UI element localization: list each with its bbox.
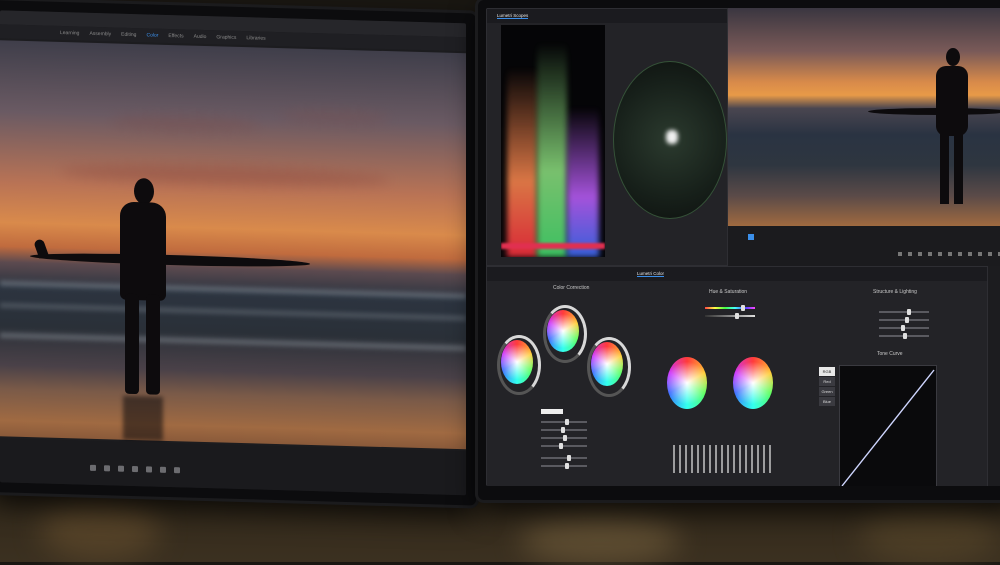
cloud [280, 110, 390, 126]
person-leg-left [940, 134, 949, 204]
person-leg-left [125, 293, 139, 395]
color-panel-tabs: Lumetri Color [487, 267, 987, 281]
person-head [946, 48, 960, 66]
shadows-color-wheel[interactable] [501, 340, 533, 384]
hue-wheel-left[interactable] [667, 357, 707, 409]
tone-curve-graph[interactable] [839, 365, 937, 486]
person-head [134, 178, 154, 205]
tone-curve-title: Tone Curve [877, 351, 903, 357]
vibrance-slider[interactable] [705, 313, 755, 319]
play-icon[interactable] [104, 465, 110, 472]
export-frame-icon[interactable] [174, 467, 180, 474]
slider[interactable] [541, 443, 587, 449]
slider[interactable] [879, 317, 929, 323]
step-back-icon[interactable] [90, 464, 96, 471]
left-monitor: Learning Assembly Editing Color Effects … [0, 0, 476, 506]
slider[interactable] [541, 427, 587, 433]
surfboard [868, 108, 1000, 115]
wave [0, 332, 466, 352]
channel-green[interactable]: Green [819, 387, 835, 396]
tab-learning[interactable]: Learning [60, 30, 79, 37]
insert-icon[interactable] [146, 466, 152, 473]
slider[interactable] [879, 325, 929, 331]
program-monitor-video [0, 40, 466, 450]
source-controls [728, 226, 1000, 266]
tone-curve-line [841, 369, 935, 486]
tab-graphics[interactable]: Graphics [216, 34, 236, 41]
tab-editing[interactable]: Editing [121, 32, 136, 38]
structure-lighting-title: Structure & Lighting [873, 289, 917, 295]
channel-red[interactable]: Red [819, 377, 835, 386]
person-torso [936, 66, 968, 136]
highlights-color-wheel[interactable] [591, 342, 623, 386]
transport-buttons[interactable] [898, 252, 1000, 256]
loop-icon[interactable] [132, 465, 138, 473]
channel-blue[interactable]: Blue [819, 397, 835, 406]
channel-rgb[interactable]: RGB [819, 367, 835, 376]
tab-audio[interactable]: Audio [194, 34, 207, 40]
parade-scope [501, 25, 605, 257]
slider[interactable] [541, 455, 587, 461]
right-screen: Lumetri Scopes Lumetri Color Color Corre… [486, 8, 1000, 486]
playhead-icon[interactable] [748, 234, 754, 240]
slider[interactable] [879, 333, 929, 339]
tab-lumetri-scopes[interactable]: Lumetri Scopes [497, 13, 529, 19]
lumetri-scopes-panel: Lumetri Scopes [486, 8, 728, 266]
hue-wheel-right[interactable] [733, 357, 773, 409]
color-correction-title: Color Correction [553, 285, 590, 291]
lumetri-color-panel: Lumetri Color Color Correction Hue & Sat… [486, 266, 988, 486]
curve-channel-list: RGB Red Green Blue [819, 367, 835, 407]
step-forward-icon[interactable] [118, 465, 124, 472]
hue-saturation-title: Hue & Saturation [709, 289, 748, 295]
person-leg-right [954, 134, 963, 204]
scopes-tabs: Lumetri Scopes [487, 9, 727, 23]
tab-assembly[interactable]: Assembly [89, 31, 111, 38]
left-screen: Learning Assembly Editing Color Effects … [0, 10, 466, 496]
right-monitor: Lumetri Scopes Lumetri Color Color Corre… [478, 0, 1000, 500]
slider[interactable] [541, 435, 587, 441]
cloud [60, 161, 390, 190]
tab-lumetri-color[interactable]: Lumetri Color [637, 271, 665, 277]
person-leg-right [146, 294, 160, 395]
cloud [110, 113, 260, 134]
hue-bars [673, 445, 773, 473]
overwrite-icon[interactable] [160, 466, 166, 473]
vectorscope [613, 61, 727, 219]
tab-libraries[interactable]: Libraries [246, 35, 265, 42]
slider[interactable] [541, 463, 587, 469]
saturation-slider[interactable] [705, 305, 755, 311]
slider[interactable] [541, 419, 587, 425]
wave [0, 280, 466, 300]
slider[interactable] [879, 309, 929, 315]
swatch [541, 409, 563, 414]
person-torso [120, 201, 166, 301]
wave [0, 302, 466, 322]
midtones-color-wheel[interactable] [547, 310, 579, 352]
person-reflection [123, 395, 163, 441]
surfboard [30, 251, 310, 269]
tab-effects[interactable]: Effects [168, 33, 183, 39]
tab-color[interactable]: Color [146, 32, 158, 38]
source-monitor-video [728, 8, 1000, 226]
